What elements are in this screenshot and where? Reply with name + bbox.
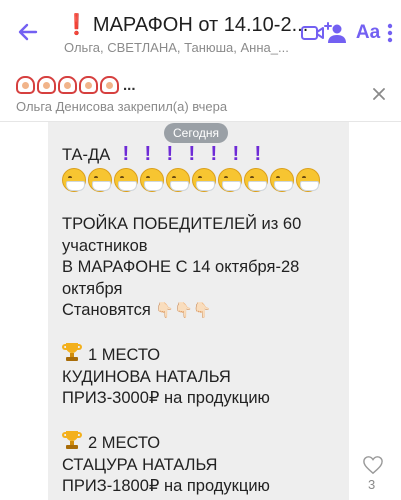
prize-2-line: ПРИЗ-1800₽ на продукцию <box>62 477 270 495</box>
mask-face-icon <box>218 167 242 192</box>
exclamation-icon: ! <box>166 143 174 165</box>
mask-face-icon <box>62 167 86 192</box>
raised-hand-icon <box>58 76 77 94</box>
mask-face-icon <box>270 167 294 192</box>
date-separator: Сегодня <box>164 123 228 143</box>
place-1-label: 1 МЕСТО <box>88 346 161 364</box>
exclamation-icon: ! <box>122 143 130 165</box>
message-text: ТА-ДА !!!!!!! ТРОЙКА ПОБЕДИТЕЛЕЙ из 60 у… <box>62 143 342 498</box>
pinned-ellipsis: ... <box>123 76 136 94</box>
message-line: В МАРАФОНЕ С 14 октября-28 <box>62 258 300 276</box>
chat-title-area[interactable]: ❗ МАРАФОН от 14.10-2... Ольга, СВЕТЛАНА, … <box>64 12 314 57</box>
place-1-line: 1 МЕСТО <box>62 343 342 367</box>
point-down-icon: 👇🏻 <box>155 302 175 319</box>
mask-face-icon <box>296 167 320 192</box>
arrow-left-icon <box>18 23 38 41</box>
like-count: 3 <box>368 477 376 492</box>
message-line: участников <box>62 236 148 255</box>
close-icon[interactable] <box>371 86 387 102</box>
place-2-line: 2 МЕСТО <box>62 431 342 455</box>
text-format-button[interactable]: Aa <box>353 20 383 46</box>
winner-1-name: КУДИНОВА НАТАЛЬЯ <box>62 367 231 386</box>
pinned-message-preview: ... <box>16 76 136 94</box>
raised-hand-icon <box>100 76 119 94</box>
trophy-icon <box>62 343 82 362</box>
message-line: ТА-ДА !!!!!!! <box>62 143 342 167</box>
mask-face-icon <box>244 167 268 192</box>
mask-face-icon <box>114 167 138 192</box>
chat-area[interactable]: ТА-ДА !!!!!!! ТРОЙКА ПОБЕДИТЕЛЕЙ из 60 у… <box>0 122 401 500</box>
raised-hand-icon <box>16 76 35 94</box>
add-user-icon <box>324 22 346 43</box>
exclamation-icon: ! <box>210 143 218 165</box>
more-options-button[interactable] <box>383 20 397 46</box>
back-button[interactable] <box>14 18 42 46</box>
winner-2-name: СТАЦУРА НАТАЛЬЯ <box>62 455 218 474</box>
pinned-by-text: Ольга Денисова закрепил(а) вчера <box>16 99 228 114</box>
chat-header: ❗ МАРАФОН от 14.10-2... Ольга, СВЕТЛАНА, … <box>0 0 401 64</box>
exclamation-icon: ! <box>188 143 196 165</box>
point-down-icon: 👇🏻 <box>174 302 193 319</box>
like-heart-icon[interactable] <box>362 455 384 475</box>
raised-hand-icon <box>37 76 56 94</box>
prize-1-line: ПРИЗ-3000₽ на продукцию <box>62 389 270 407</box>
mask-face-icon <box>192 167 216 192</box>
message-bubble[interactable]: ТА-ДА !!!!!!! ТРОЙКА ПОБЕДИТЕЛЕЙ из 60 у… <box>48 122 349 500</box>
pinned-message-bar[interactable]: ... Ольга Денисова закрепил(а) вчера <box>0 64 401 122</box>
place-2-label: 2 МЕСТО <box>88 434 161 452</box>
message-line: Становятся 👇🏻👇🏻👇🏻 <box>62 300 342 322</box>
mask-face-icon <box>88 167 112 192</box>
trophy-icon <box>62 431 82 450</box>
mask-face-icon <box>140 167 164 192</box>
exclamation-icon: ! <box>232 143 240 165</box>
message-line: ТРОЙКА ПОБЕДИТЕЛЕЙ из 60 <box>62 215 302 233</box>
add-participant-button[interactable] <box>322 20 348 46</box>
chat-title-text: МАРАФОН от 14.10-2... <box>92 14 309 36</box>
exclamation-icon: ! <box>144 143 152 165</box>
mask-face-icon <box>166 167 190 192</box>
chat-members: Ольга, СВЕТЛАНА, Танюша, Анна_... <box>64 40 289 55</box>
title-exclamation: ❗ <box>64 14 89 36</box>
point-down-icon: 👇🏻 <box>192 302 212 319</box>
chat-title: ❗ МАРАФОН от 14.10-2... <box>64 12 314 38</box>
message-line-tada: ТА-ДА <box>62 146 111 164</box>
message-line-become: Становятся <box>62 301 151 319</box>
message-line: октября <box>62 279 123 298</box>
exclamation-icon: ! <box>254 143 262 165</box>
more-vertical-icon <box>387 23 393 43</box>
raised-hand-icon <box>79 76 98 94</box>
chat-screen: ТА-ДА !!!!!!! ТРОЙКА ПОБЕДИТЕЛЕЙ из 60 у… <box>0 0 401 500</box>
mask-emoji-row <box>62 167 342 193</box>
